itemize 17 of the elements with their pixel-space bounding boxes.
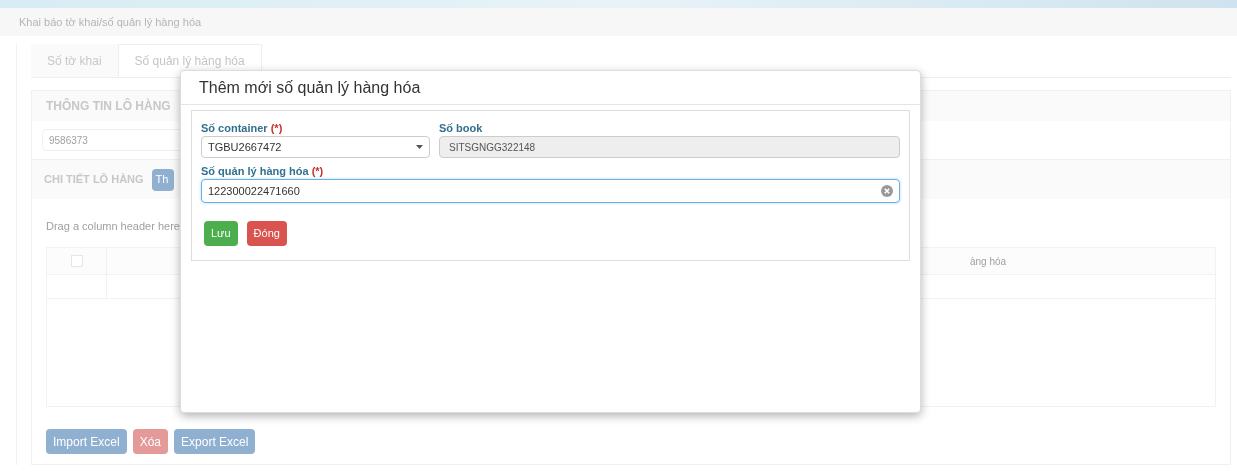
field-label: Số quản lý hàng hóa (*): [201, 164, 325, 178]
caret-icon: [416, 145, 423, 149]
footer-button[interactable]: Xóa: [132, 429, 169, 454]
breadcrumb: Khai báo tờ khai/số quản lý hàng hóa: [19, 14, 202, 30]
dialog-button[interactable]: Đóng: [246, 221, 287, 246]
dialog-title: Thêm mới số quản lý hàng hóa: [199, 77, 421, 98]
cargo-number-field[interactable]: 122300022471660: [201, 179, 900, 203]
add-button[interactable]: Th: [151, 168, 175, 191]
checkbox[interactable]: [70, 255, 83, 267]
container-dropdown[interactable]: TGBU2667472: [201, 136, 430, 158]
dialog-button[interactable]: Lưu: [204, 221, 238, 246]
footer-button[interactable]: Import Excel: [46, 429, 127, 454]
column-header: àng hóa: [970, 254, 1007, 269]
group-hint: Drag a column header here: [46, 220, 180, 232]
field-label: Số book: [439, 121, 484, 135]
footer-button[interactable]: Export Excel: [174, 429, 256, 454]
clear-icon[interactable]: [881, 185, 893, 197]
